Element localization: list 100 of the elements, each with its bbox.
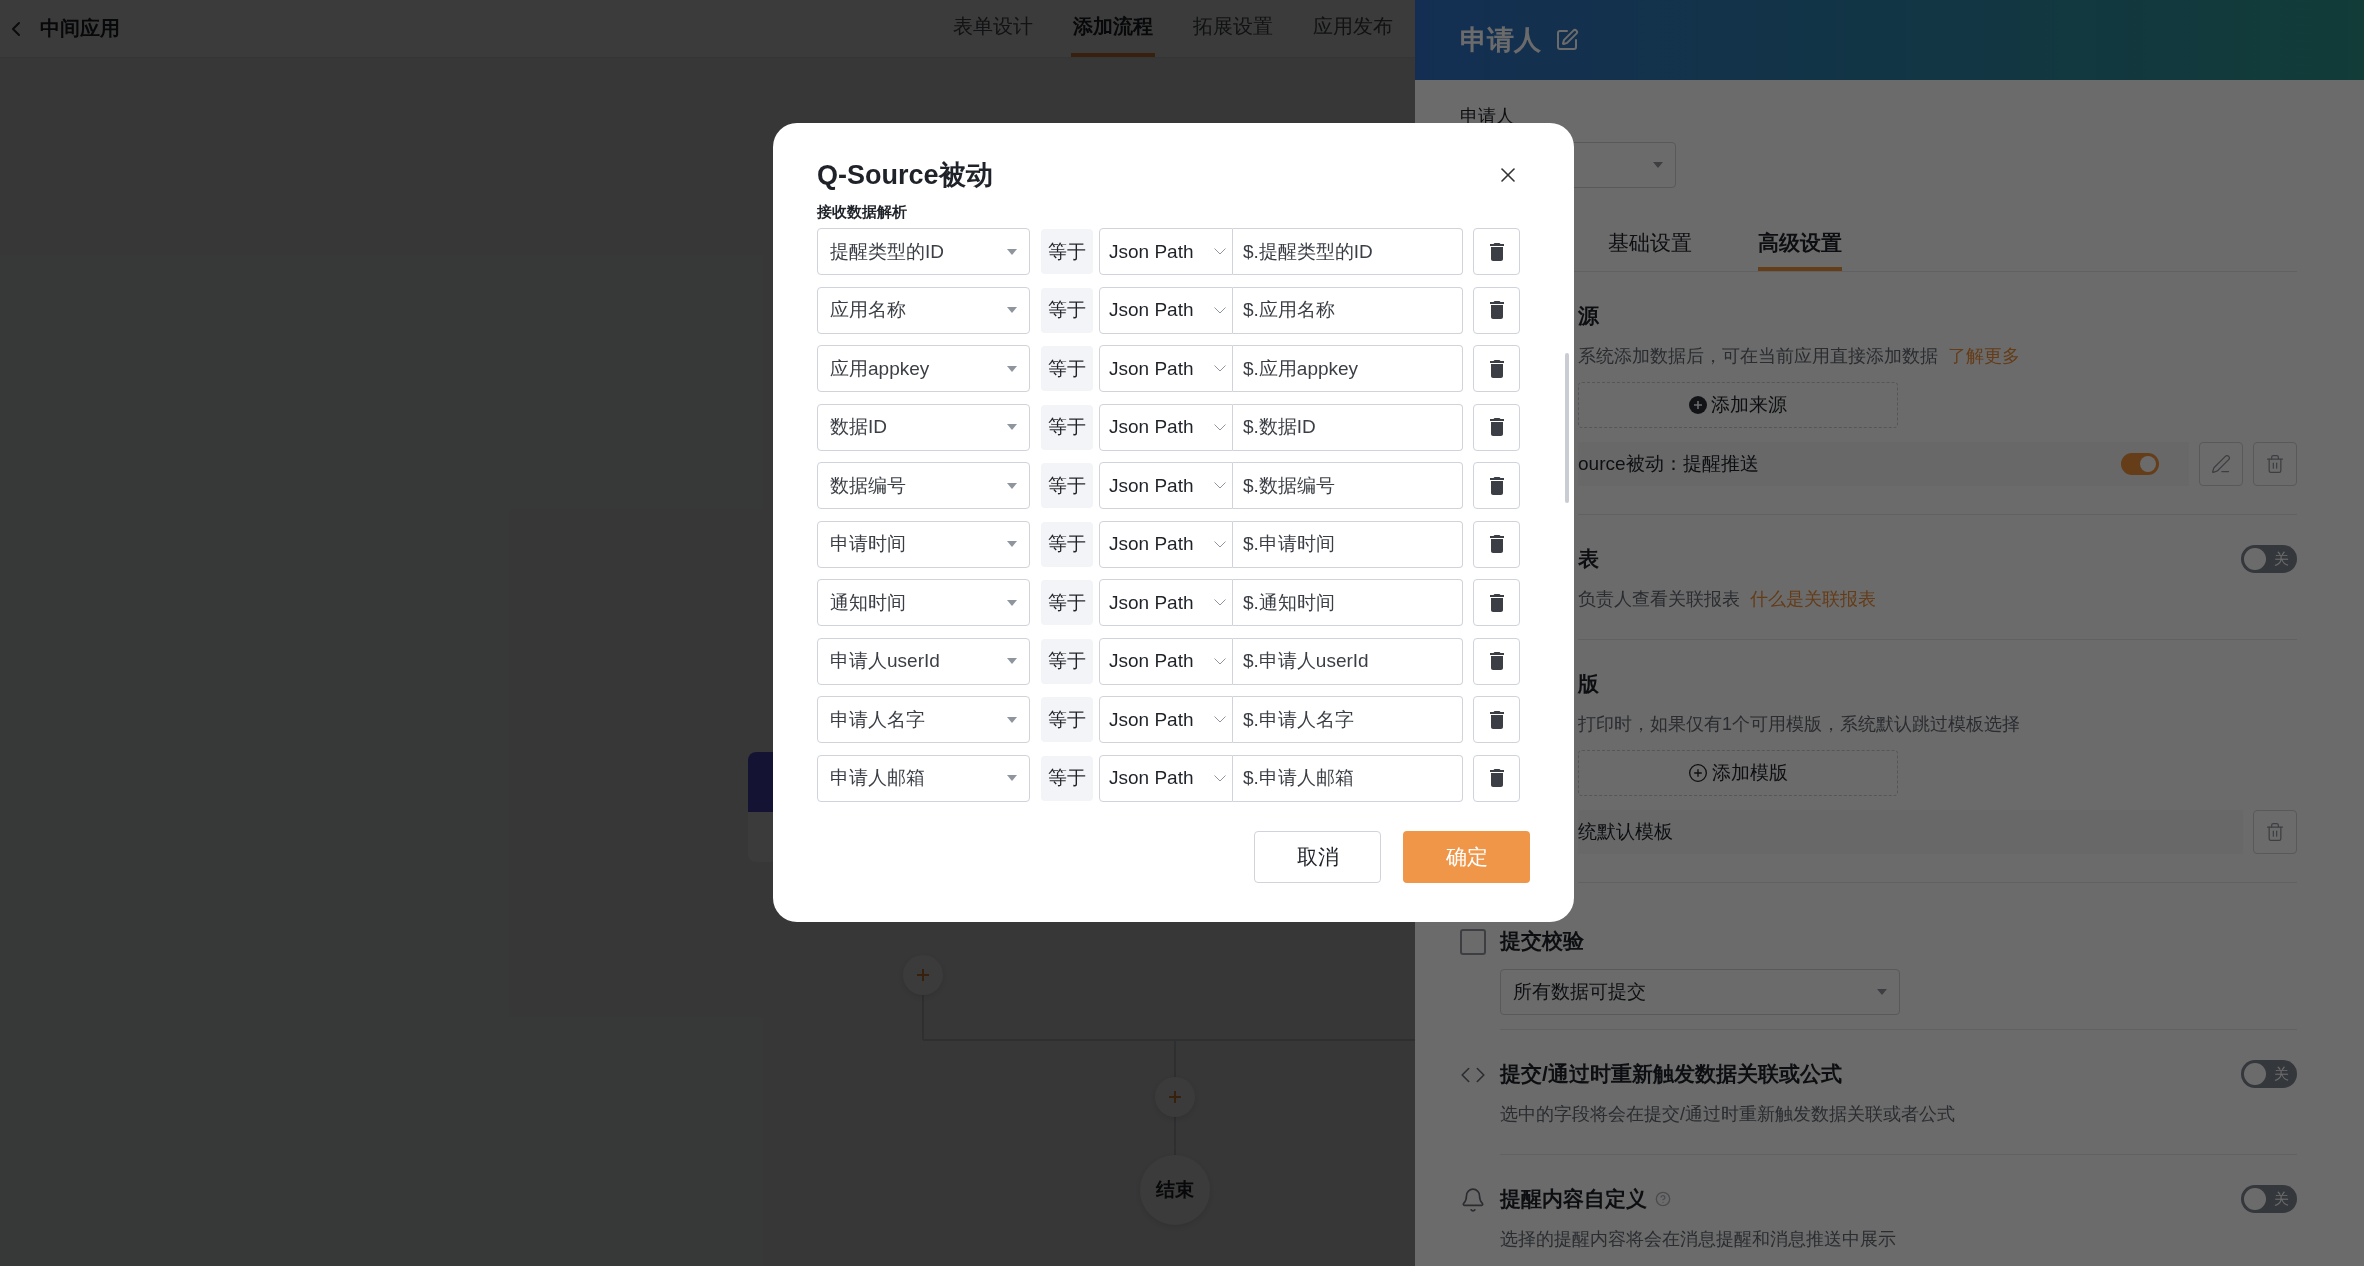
path-input[interactable]: $.提醒类型的ID <box>1233 228 1463 275</box>
chevron-down-icon <box>1214 423 1226 431</box>
chevron-down-icon <box>1214 540 1226 548</box>
pen-icon <box>2211 454 2231 474</box>
operator-label: 等于 <box>1041 580 1093 625</box>
scrollbar-thumb[interactable] <box>1565 353 1569 503</box>
field-select[interactable]: 申请人名字 <box>817 696 1030 743</box>
delete-button[interactable] <box>1473 345 1520 392</box>
add-node-button[interactable] <box>1155 1077 1195 1117</box>
operator-label: 等于 <box>1041 404 1093 450</box>
chevron-down-icon <box>1214 599 1226 606</box>
plus-icon <box>916 968 930 982</box>
dialog-title: Q-Source被动 <box>817 159 993 192</box>
section-title: 提交/通过时重新触发数据关联或公式 <box>1500 1061 1842 1087</box>
plus-circle-icon <box>1689 396 1707 414</box>
source-select[interactable]: Json Path <box>1099 345 1233 392</box>
source-select[interactable]: Json Path <box>1099 579 1233 626</box>
settings-tab[interactable]: 高级设置 <box>1758 218 1842 271</box>
path-input[interactable]: $.申请人名字 <box>1233 696 1463 743</box>
source-select[interactable]: Json Path <box>1099 754 1233 802</box>
section-description: 选中的字段将会在提交/通过时重新触发数据关联或者公式 <box>1500 1103 1956 1126</box>
chevron-down-icon <box>1214 306 1226 314</box>
operator-label: 等于 <box>1041 346 1093 391</box>
operator-label: 等于 <box>1041 521 1093 567</box>
path-input[interactable]: $.应用名称 <box>1233 286 1463 334</box>
delete-button[interactable] <box>1473 462 1520 509</box>
source-select[interactable]: Json Path <box>1099 520 1233 568</box>
section-title: 表 <box>1578 546 1599 572</box>
caret-icon <box>1007 716 1017 723</box>
operator-label: 等于 <box>1041 463 1093 508</box>
delete-button[interactable] <box>1473 520 1520 568</box>
delete-button[interactable] <box>1473 754 1520 802</box>
checkbox[interactable] <box>1460 929 1486 955</box>
field-select[interactable]: 申请人userId <box>817 637 1030 685</box>
source-select[interactable]: Json Path <box>1099 637 1233 685</box>
select-field[interactable]: 所有数据可提交 <box>1500 969 1900 1015</box>
field-select[interactable]: 申请人邮箱 <box>817 754 1030 802</box>
drawer-title: 申请人 <box>1460 24 1541 57</box>
trash-icon <box>2265 822 2285 842</box>
add-node-button[interactable] <box>903 955 943 995</box>
delete-button[interactable] <box>1473 403 1520 451</box>
add-button[interactable]: 添加来源 <box>1578 382 1898 428</box>
chevron-down-icon <box>1214 716 1226 723</box>
field-select[interactable]: 通知时间 <box>817 579 1030 626</box>
section-title: 提交校验 <box>1500 928 1584 954</box>
operator-label: 等于 <box>1041 755 1093 801</box>
source-select[interactable]: Json Path <box>1099 696 1233 743</box>
delete-button[interactable] <box>1473 228 1520 275</box>
delete-button[interactable] <box>1473 286 1520 334</box>
delete-button[interactable] <box>1473 637 1520 685</box>
path-input[interactable]: $.申请人邮箱 <box>1233 754 1463 802</box>
edit-button[interactable] <box>1555 28 1579 52</box>
field-select[interactable]: 应用appkey <box>817 345 1030 392</box>
toggle-switch[interactable] <box>2121 453 2159 475</box>
field-select[interactable]: 数据ID <box>817 403 1030 451</box>
plus-circle-icon <box>1688 763 1708 783</box>
source-select[interactable]: Json Path <box>1099 228 1233 275</box>
field-select[interactable]: 数据编号 <box>817 462 1030 509</box>
bell-icon <box>1460 1187 1486 1213</box>
trash-icon <box>2265 454 2285 474</box>
section-description: 打印时，如果仅有1个可用模版，系统默认跳过模板选择 <box>1578 713 2021 736</box>
section-label: 接收数据解析 <box>817 203 907 222</box>
chevron-down-icon <box>1214 248 1226 255</box>
operator-label: 等于 <box>1041 697 1093 742</box>
path-input[interactable]: $.数据编号 <box>1233 462 1463 509</box>
path-input[interactable]: $.通知时间 <box>1233 579 1463 626</box>
chevron-down-icon <box>1214 657 1226 665</box>
section-description: 选择的提醒内容将会在消息提醒和消息推送中展示 <box>1500 1228 1897 1251</box>
path-input[interactable]: $.申请人userId <box>1233 637 1463 685</box>
caret-icon <box>1877 989 1887 995</box>
caret-icon <box>1007 775 1017 781</box>
chevron-down-icon <box>1214 365 1226 372</box>
chevron-down-icon <box>1214 482 1226 489</box>
settings-tab[interactable]: 基础设置 <box>1608 218 1692 271</box>
item-label: 统默认模板 <box>1578 820 1673 844</box>
delete-button[interactable] <box>1473 579 1520 626</box>
plus-icon <box>1168 1090 1182 1104</box>
add-button[interactable]: 添加模版 <box>1578 750 1898 796</box>
item-label: ource被动：提醒推送 <box>1578 452 1759 476</box>
caret-icon <box>1007 424 1017 430</box>
path-input[interactable]: $.数据ID <box>1233 403 1463 451</box>
path-input[interactable]: $.申请时间 <box>1233 520 1463 568</box>
edit-icon <box>1555 28 1579 52</box>
caret-icon <box>1007 365 1017 372</box>
delete-button[interactable] <box>1473 696 1520 743</box>
caret-icon <box>1007 482 1017 489</box>
field-select[interactable]: 申请时间 <box>817 520 1030 568</box>
caret-icon <box>1007 599 1017 606</box>
field-select[interactable]: 应用名称 <box>817 286 1030 334</box>
operator-label: 等于 <box>1041 638 1093 684</box>
caret-icon <box>1653 162 1663 168</box>
path-input[interactable]: $.应用appkey <box>1233 345 1463 392</box>
caret-icon <box>1007 248 1017 255</box>
source-select[interactable]: Json Path <box>1099 286 1233 334</box>
source-select[interactable]: Json Path <box>1099 403 1233 451</box>
cancel-button[interactable]: 取消 <box>1254 830 1381 883</box>
caret-icon <box>1007 541 1017 547</box>
section-title: 版 <box>1578 671 1599 697</box>
field-select[interactable]: 提醒类型的ID <box>817 228 1030 275</box>
source-select[interactable]: Json Path <box>1099 462 1233 509</box>
